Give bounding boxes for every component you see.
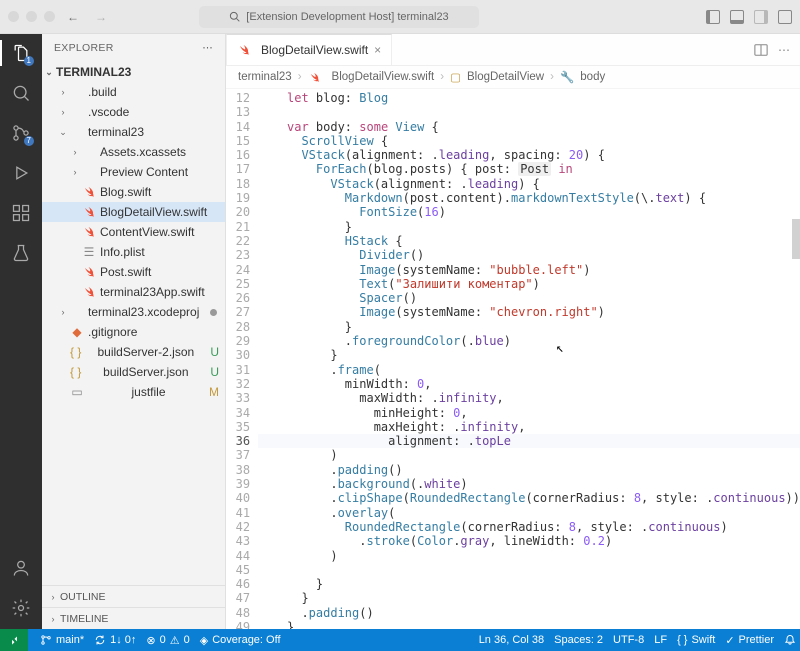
explorer-sidebar: EXPLORER ⋯ ⌄ TERMINAL23 ›.build›.vscode⌄…: [42, 34, 226, 629]
close-traffic-light[interactable]: [8, 11, 19, 22]
problems-status[interactable]: ⊗0 ⚠0: [146, 634, 189, 647]
git-branch[interactable]: main*: [40, 634, 84, 646]
file-tree-item[interactable]: BlogDetailView.swift: [42, 202, 225, 222]
code-content[interactable]: let blog: Blog var body: some View { Scr…: [258, 89, 800, 629]
eol[interactable]: LF: [654, 634, 667, 646]
account-icon[interactable]: [10, 557, 32, 579]
chevron-right-icon: ›: [440, 71, 444, 83]
outline-label: OUTLINE: [60, 591, 106, 603]
breadcrumbs[interactable]: terminal23 › BlogDetailView.swift › ▢ Bl…: [226, 66, 800, 89]
traffic-lights: [8, 11, 55, 22]
search-icon: [229, 11, 240, 22]
outline-section[interactable]: › OUTLINE: [42, 585, 225, 607]
timeline-label: TIMELINE: [60, 613, 108, 625]
source-control-icon[interactable]: 7: [10, 122, 32, 144]
run-debug-icon[interactable]: [10, 162, 32, 184]
property-icon: 🔧: [560, 70, 574, 84]
settings-gear-icon[interactable]: [10, 597, 32, 619]
file-tree-item[interactable]: Post.swift: [42, 262, 225, 282]
zoom-traffic-light[interactable]: [44, 11, 55, 22]
activity-bar: 1 7: [0, 34, 42, 629]
file-tree-item[interactable]: ⌄terminal23: [42, 122, 225, 142]
prettier-status[interactable]: ✓ Prettier: [725, 634, 774, 647]
encoding[interactable]: UTF-8: [613, 634, 644, 646]
layout-icon-1[interactable]: [706, 10, 720, 24]
scm-badge: 7: [24, 136, 34, 146]
editor-group: BlogDetailView.swift × ⋯ terminal23 › Bl…: [226, 34, 800, 629]
chevron-right-icon: ›: [48, 614, 58, 624]
forward-arrow[interactable]: →: [95, 10, 107, 24]
command-center[interactable]: [Extension Development Host] terminal23: [199, 6, 479, 28]
language-mode[interactable]: { } Swift: [677, 634, 715, 646]
warning-icon: ⚠: [170, 634, 180, 647]
breadcrumb-item[interactable]: body: [580, 71, 605, 83]
timeline-section[interactable]: › TIMELINE: [42, 607, 225, 629]
file-tree-item[interactable]: { } buildServer-2.jsonU: [42, 342, 225, 362]
back-arrow[interactable]: ←: [67, 10, 79, 24]
minimize-traffic-light[interactable]: [26, 11, 37, 22]
file-tree-item[interactable]: ›.build: [42, 82, 225, 102]
explorer-more-icon[interactable]: ⋯: [202, 42, 213, 54]
layout-icon-2[interactable]: [730, 10, 744, 24]
workspace-root[interactable]: ⌄ TERMINAL23: [42, 62, 225, 82]
file-tree-item[interactable]: { } buildServer.jsonU: [42, 362, 225, 382]
explorer-title: EXPLORER: [54, 42, 114, 54]
explorer-badge: 1: [24, 56, 34, 66]
file-tree-item[interactable]: ☰Info.plist: [42, 242, 225, 262]
workspace-name: TERMINAL23: [56, 65, 131, 79]
file-tree-item[interactable]: ›terminal23.xcodeproj: [42, 302, 225, 322]
file-tree-item[interactable]: terminal23App.swift: [42, 282, 225, 302]
chevron-right-icon: ›: [550, 71, 554, 83]
split-editor-icon[interactable]: [754, 43, 768, 57]
chevron-right-icon: ›: [48, 592, 58, 602]
layout-icon-4[interactable]: [778, 10, 792, 24]
line-gutter: 1213141516171819202122232425262728293031…: [226, 89, 258, 629]
title-right: [706, 10, 792, 24]
sync-status[interactable]: 1↓ 0↑: [94, 634, 136, 646]
search-activity-icon[interactable]: [10, 82, 32, 104]
editor-more-icon[interactable]: ⋯: [778, 43, 790, 57]
file-tree-item[interactable]: ›.vscode: [42, 102, 225, 122]
swift-icon: [308, 72, 322, 83]
scroll-thumb[interactable]: [792, 219, 800, 259]
file-tree-item[interactable]: ▭justfileM: [42, 382, 225, 402]
branch-name: main*: [56, 634, 84, 646]
nav-arrows: ← →: [67, 10, 107, 24]
coverage-status[interactable]: ◈ Coverage: Off: [200, 634, 281, 647]
file-tree-item[interactable]: ›Assets.xcassets: [42, 142, 225, 162]
testing-icon[interactable]: [10, 242, 32, 264]
explorer-icon[interactable]: 1: [10, 42, 32, 64]
notifications-icon[interactable]: [784, 634, 796, 646]
swift-icon: [237, 44, 251, 56]
status-bar: main* 1↓ 0↑ ⊗0 ⚠0 ◈ Coverage: Off Ln 36,…: [0, 629, 800, 651]
chevron-right-icon: ›: [298, 71, 302, 83]
file-tree[interactable]: ›.build›.vscode⌄terminal23›Assets.xcasse…: [42, 82, 225, 585]
file-tree-item[interactable]: ◆.gitignore: [42, 322, 225, 342]
layout-icon-3[interactable]: [754, 10, 768, 24]
tab-bar: BlogDetailView.swift × ⋯: [226, 34, 800, 66]
breadcrumb-item[interactable]: terminal23: [238, 71, 292, 83]
remote-indicator[interactable]: [0, 629, 28, 651]
extensions-icon[interactable]: [10, 202, 32, 224]
code-editor[interactable]: 1213141516171819202122232425262728293031…: [226, 89, 800, 629]
command-center-title: [Extension Development Host] terminal23: [246, 11, 448, 23]
breadcrumb-item[interactable]: BlogDetailView: [467, 71, 544, 83]
chevron-down-icon: ⌄: [44, 67, 54, 78]
cursor-position[interactable]: Ln 36, Col 38: [479, 634, 544, 646]
explorer-header: EXPLORER ⋯: [42, 34, 225, 62]
shield-icon: ◈: [200, 634, 208, 647]
struct-icon: ▢: [450, 70, 461, 84]
error-icon: ⊗: [146, 634, 155, 647]
sync-counts: 1↓ 0↑: [110, 634, 136, 646]
close-icon[interactable]: ×: [374, 43, 381, 57]
file-tree-item[interactable]: Blog.swift: [42, 182, 225, 202]
breadcrumb-item[interactable]: BlogDetailView.swift: [332, 71, 435, 83]
tab-label: BlogDetailView.swift: [261, 43, 368, 57]
tab-blogdetailview[interactable]: BlogDetailView.swift ×: [226, 34, 392, 65]
file-tree-item[interactable]: ›Preview Content: [42, 162, 225, 182]
indentation[interactable]: Spaces: 2: [554, 634, 603, 646]
file-tree-item[interactable]: ContentView.swift: [42, 222, 225, 242]
title-bar: ← → [Extension Development Host] termina…: [0, 0, 800, 34]
check-icon: ✓: [725, 634, 734, 647]
